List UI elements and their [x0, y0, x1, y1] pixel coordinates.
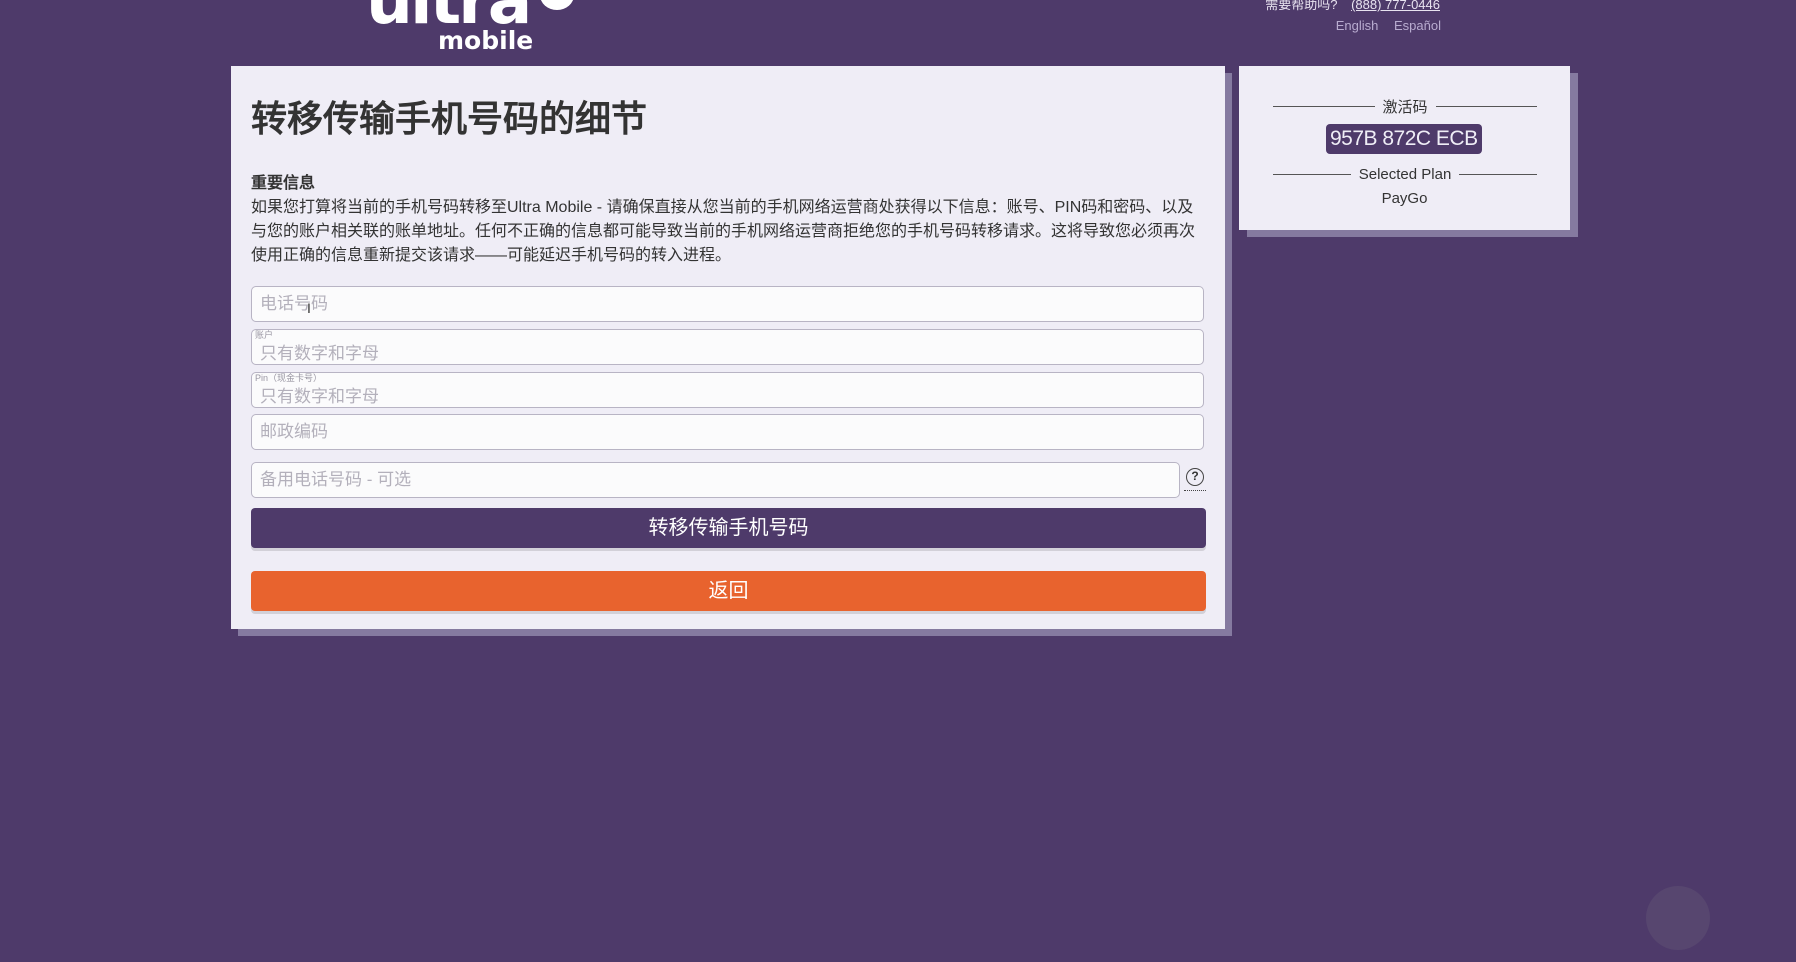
divider	[1435, 106, 1538, 107]
important-text: 如果您打算将当前的手机号码转移至Ultra Mobile - 请确保直接从您当前…	[251, 199, 1196, 264]
text-cursor-icon: I	[307, 300, 311, 316]
selected-plan-heading: Selected Plan	[1273, 166, 1538, 183]
language-switcher: English Español	[1324, 18, 1441, 33]
phone-number-input[interactable]	[252, 287, 1203, 321]
pin-field: Pin（现金卡号）	[251, 372, 1204, 408]
selected-plan-value: PayGo	[1381, 190, 1428, 207]
activation-summary-card: 激活码 957B 872C ECB Selected Plan PayGo	[1239, 66, 1570, 230]
transfer-number-button[interactable]: 转移传输手机号码	[251, 508, 1206, 548]
back-button[interactable]: 返回	[251, 571, 1206, 611]
help-line: 需要帮助吗? (888) 777-0446	[1265, 0, 1440, 13]
pin-input[interactable]	[252, 373, 1203, 407]
account-field: 账户	[251, 329, 1204, 365]
divider	[1459, 174, 1538, 175]
chat-widget-icon[interactable]	[1646, 886, 1710, 950]
zip-field	[251, 414, 1204, 450]
alt-phone-field	[251, 462, 1180, 498]
activation-code-label: 激活码	[1382, 99, 1428, 116]
help-phone-link[interactable]: (888) 777-0446	[1351, 0, 1440, 12]
account-input[interactable]	[252, 330, 1203, 364]
logo-mobile-text: mobile	[438, 26, 534, 55]
selected-plan-label: Selected Plan	[1358, 166, 1452, 183]
zip-input[interactable]	[252, 415, 1203, 449]
important-label: 重要信息	[251, 175, 316, 192]
divider	[1273, 174, 1351, 175]
lang-english[interactable]: English	[1336, 18, 1379, 33]
divider	[1273, 106, 1375, 107]
lang-espanol[interactable]: Español	[1394, 18, 1441, 33]
logo-bubble-icon	[540, 0, 574, 10]
ultra-mobile-logo[interactable]: ultra mobile	[364, 0, 588, 58]
alt-phone-input[interactable]	[252, 463, 1179, 497]
help-text: 需要帮助吗?	[1265, 0, 1338, 12]
question-circle-icon[interactable]: ?	[1184, 468, 1206, 491]
activation-code-value: 957B 872C ECB	[1326, 124, 1482, 154]
page-title: 转移传输手机号码的细节	[251, 98, 648, 139]
port-details-card: 转移传输手机号码的细节 重要信息 如果您打算将当前的手机号码转移至Ultra M…	[231, 66, 1225, 629]
activation-code-heading: 激活码	[1273, 96, 1538, 117]
phone-number-field	[251, 286, 1204, 322]
